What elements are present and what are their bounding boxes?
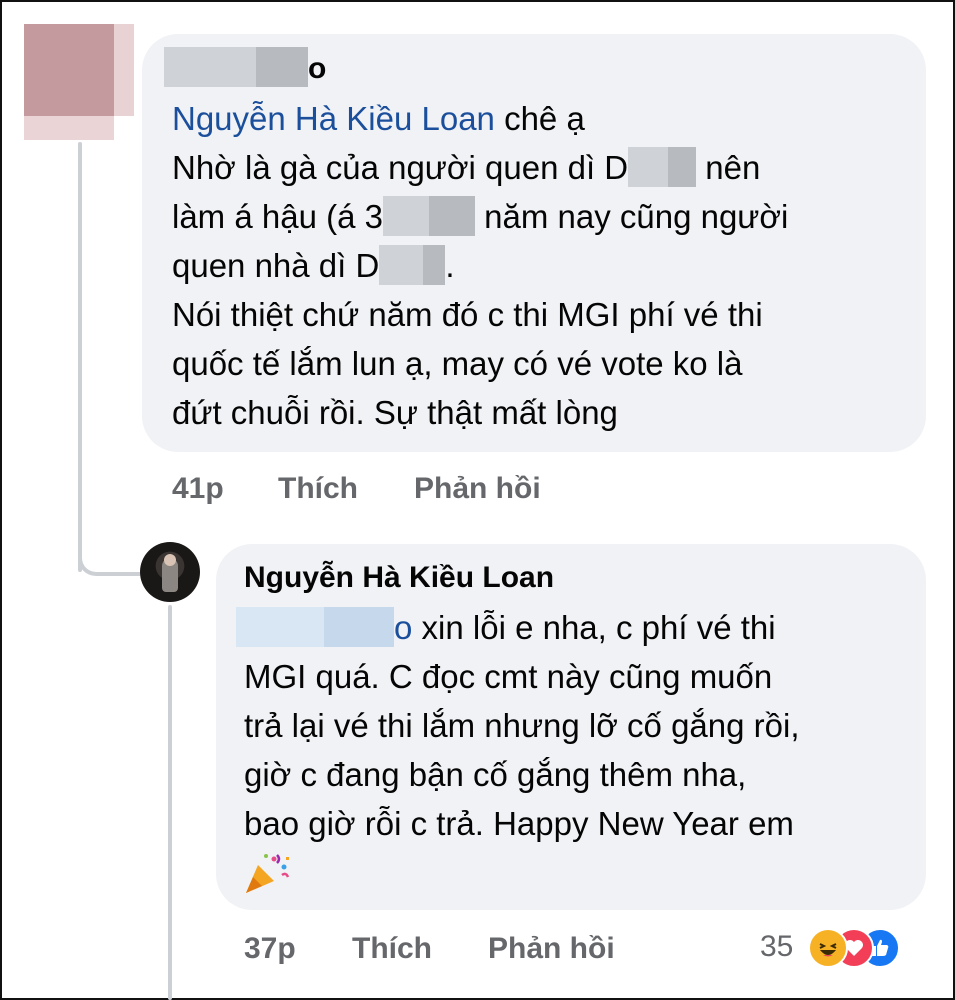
redacted-text bbox=[423, 245, 446, 286]
comment-line: giờ c đang bận cố gắng thêm nha, bbox=[244, 756, 747, 793]
comment-line: đứt chuỗi rồi. Sự thật mất lòng bbox=[172, 394, 618, 431]
avatar[interactable] bbox=[140, 542, 200, 602]
redacted-name bbox=[164, 47, 256, 87]
comment-line: Nói thiệt chứ năm đó c thi MGI phí vé th… bbox=[172, 296, 763, 333]
comment-line: bao giờ rỗi c trả. Happy New Year em bbox=[244, 805, 794, 842]
comment-line: o xin lỗi e nha, c phí vé thi bbox=[236, 603, 776, 652]
like-button[interactable]: Thích bbox=[278, 472, 358, 506]
avatar-redacted[interactable] bbox=[24, 24, 134, 140]
party-popper-icon bbox=[246, 854, 290, 894]
comment-timestamp[interactable]: 37p bbox=[244, 932, 296, 966]
redacted-text bbox=[668, 147, 697, 188]
thread-line bbox=[78, 142, 82, 572]
like-button[interactable]: Thích bbox=[352, 932, 432, 966]
reply-button[interactable]: Phản hồi bbox=[488, 932, 615, 966]
comment-line: Nhờ là gà của người quen dì D nên bbox=[172, 147, 761, 188]
comment-line: quốc tế lắm lun ạ, may có vé vote ko là bbox=[172, 345, 743, 382]
mention-link[interactable]: Nguyễn Hà Kiều Loan bbox=[172, 100, 495, 137]
redacted-text bbox=[428, 196, 475, 237]
comment-line: Nguyễn Hà Kiều Loan chê ạ bbox=[172, 100, 585, 137]
comment-line: quen nhà dì D. bbox=[172, 245, 455, 286]
mention-link[interactable]: o bbox=[394, 609, 412, 646]
redacted-mention bbox=[324, 607, 394, 648]
comment-author[interactable]: Nguyễn Hà Kiều Loan bbox=[244, 560, 554, 596]
redacted-name bbox=[256, 47, 308, 87]
comment-line: MGI quá. C đọc cmt này cũng muốn bbox=[244, 658, 773, 695]
redacted-mention bbox=[236, 607, 324, 648]
haha-icon bbox=[808, 928, 848, 968]
comment-line: làm á hậu (á 3 năm nay cũng người bbox=[172, 196, 789, 237]
comment-author[interactable]: o bbox=[164, 47, 326, 90]
comment-timestamp[interactable]: 41p bbox=[172, 472, 224, 506]
comment-line: trả lại vé thi lắm nhưng lỡ cố gắng rồi, bbox=[244, 707, 800, 744]
thread-line-reply bbox=[168, 605, 172, 1000]
reaction-count: 35 bbox=[760, 930, 794, 963]
redacted-text bbox=[379, 245, 424, 286]
reply-button[interactable]: Phản hồi bbox=[414, 472, 541, 506]
comment-line bbox=[244, 848, 290, 897]
redacted-text bbox=[382, 196, 429, 237]
thread-reply-connector bbox=[78, 520, 140, 576]
redacted-text bbox=[628, 147, 669, 188]
